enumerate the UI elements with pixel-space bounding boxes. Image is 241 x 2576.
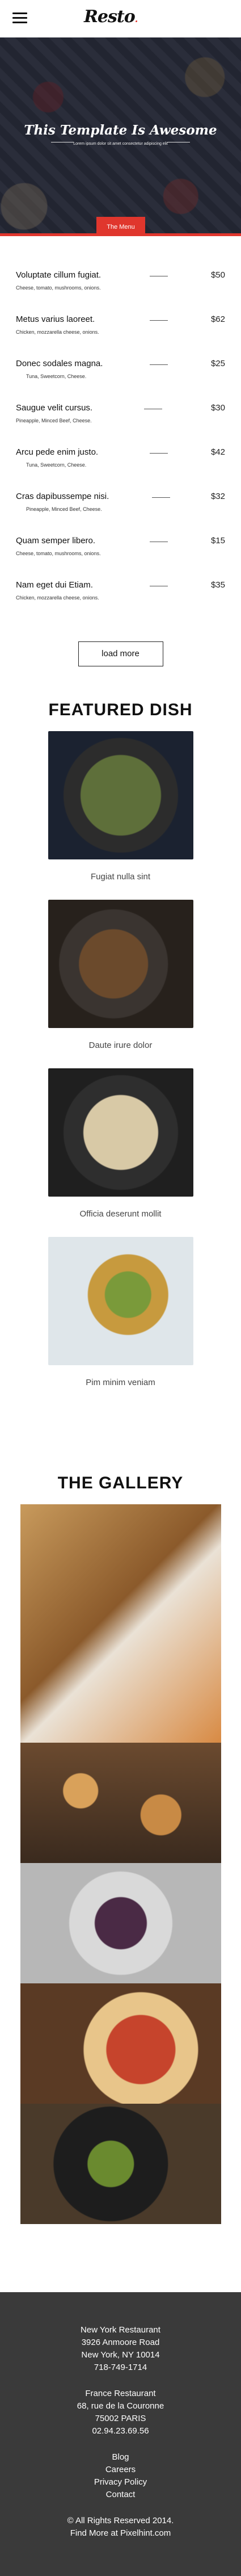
address-street: 3926 Anmoore Road: [81, 2338, 160, 2347]
gallery-section: THE GALLERY: [0, 1474, 241, 2224]
menu-item-price: $62: [210, 314, 225, 324]
menu-item-name: Arcu pede enim justo.: [16, 447, 99, 457]
menu-item-name: Quam semper libero.: [16, 536, 96, 546]
address-street: 68, rue de la Couronne: [77, 2401, 164, 2411]
hero-title: This Template Is Awesome: [24, 123, 217, 138]
hero-subtitle: Lorem ipsum dolor sit amet consectetur a…: [73, 142, 168, 146]
featured-dish[interactable]: Pim minim veniam: [48, 1237, 193, 1406]
footer: New York Restaurant 3926 Anmoore Road Ne…: [0, 2292, 241, 2576]
logo-dot: .: [134, 14, 138, 24]
menu-item: Quam semper libero. Cheese, tomato, mush…: [16, 536, 225, 580]
featured-dish[interactable]: Fugiat nulla sint: [48, 731, 193, 900]
menu-item-desc: Tuna, Sweetcorn, Cheese.: [26, 462, 87, 468]
credit-link[interactable]: Find More at Pixelhint.com: [0, 2527, 241, 2540]
dish-caption: Pim minim veniam: [86, 1378, 155, 1387]
footer-link-blog[interactable]: Blog: [0, 2451, 241, 2464]
featured-dish[interactable]: Officia deserunt mollit: [48, 1068, 193, 1237]
dish-caption: Officia deserunt mollit: [79, 1209, 162, 1219]
featured-title: FEATURED DISH: [48, 700, 193, 719]
address-city: 75002 PARIS: [95, 2414, 146, 2423]
menu-item: Arcu pede enim justo. Tuna, Sweetcorn, C…: [16, 447, 225, 492]
menu-item-price: $25: [210, 359, 225, 368]
menu-item-divider: [150, 364, 168, 365]
footer-link-privacy[interactable]: Privacy Policy: [0, 2476, 241, 2489]
hero-banner: This Template Is Awesome Lorem ipsum dol…: [0, 37, 241, 236]
footer-address-fr: France Restaurant 68, rue de la Couronne…: [0, 2388, 241, 2437]
menu-item: Donec sodales magna. Tuna, Sweetcorn, Ch…: [16, 359, 225, 403]
load-more-button[interactable]: load more: [78, 641, 163, 666]
address-city: New York, NY 10014: [81, 2350, 160, 2360]
footer-link-contact[interactable]: Contact: [0, 2489, 241, 2501]
menu-item: Nam eget dui Etiam. Chicken, mozzarella …: [16, 580, 225, 624]
menu-item-name: Nam eget dui Etiam.: [16, 580, 93, 590]
footer-link-careers[interactable]: Careers: [0, 2464, 241, 2476]
copyright-text: © All Rights Reserved 2014.: [67, 2516, 174, 2525]
menu-item-desc: Pineapple, Minced Beef, Cheese.: [26, 506, 102, 512]
menu-item-divider: [150, 453, 168, 454]
menu-item: Metus varius laoreet. Chicken, mozzarell…: [16, 314, 225, 359]
menu-item-price: $15: [210, 536, 225, 546]
menu-item-price: $30: [210, 403, 225, 413]
featured-dish[interactable]: Daute irure dolor: [48, 900, 193, 1068]
menu-item-desc: Pineapple, Minced Beef, Cheese.: [16, 418, 92, 423]
menu-item-name: Metus varius laoreet.: [16, 314, 95, 324]
gallery-image[interactable]: [20, 2104, 221, 2224]
menu-item: Saugue velit cursus. Pineapple, Minced B…: [16, 403, 225, 447]
menu-item-price: $50: [210, 270, 225, 280]
site-logo[interactable]: Resto.: [84, 7, 138, 27]
menu-item-name: Donec sodales magna.: [16, 359, 103, 368]
dish-image[interactable]: [48, 731, 193, 859]
dish-image[interactable]: [48, 1068, 193, 1197]
gallery-image[interactable]: [20, 1504, 221, 1743]
menu-item: Cras dapibussempe nisi. Pineapple, Mince…: [16, 492, 225, 536]
gallery-image[interactable]: [20, 1863, 221, 1983]
top-bar: Resto.: [0, 0, 241, 37]
menu-list: Voluptate cillum fugiat. Cheese, tomato,…: [0, 236, 241, 636]
address-name: New York Restaurant: [81, 2325, 160, 2335]
footer-links: Blog Careers Privacy Policy Contact: [0, 2451, 241, 2501]
dish-image[interactable]: [48, 1237, 193, 1365]
dish-caption: Daute irure dolor: [88, 1041, 153, 1050]
address-phone: 718-749-1714: [94, 2363, 147, 2372]
menu-item-divider: [150, 320, 168, 321]
dish-caption: Fugiat nulla sint: [90, 872, 151, 882]
gallery-image[interactable]: [20, 1983, 221, 2104]
logo-text: Resto: [84, 7, 136, 27]
load-more-wrap: load more: [0, 636, 241, 700]
menu-item-divider: [152, 497, 170, 498]
menu-item-desc: Tuna, Sweetcorn, Cheese.: [26, 374, 87, 379]
menu-item-desc: Cheese, tomato, mushrooms, onions.: [16, 551, 101, 556]
gallery-image[interactable]: [20, 1743, 221, 1863]
menu-tab[interactable]: The Menu: [96, 217, 145, 236]
menu-item-name: Cras dapibussempe nisi.: [16, 492, 109, 501]
featured-section: FEATURED DISH Fugiat nulla sint Daute ir…: [0, 700, 241, 1406]
gallery-grid: [20, 1504, 221, 2224]
menu-item: Voluptate cillum fugiat. Cheese, tomato,…: [16, 270, 225, 314]
menu-item-price: $32: [210, 492, 225, 501]
menu-item-desc: Cheese, tomato, mushrooms, onions.: [16, 285, 101, 291]
dish-image[interactable]: [48, 900, 193, 1028]
menu-item-price: $35: [210, 580, 225, 590]
address-phone: 02.94.23.69.56: [92, 2426, 149, 2436]
menu-item-desc: Chicken, mozzarella cheese, onions.: [16, 595, 99, 601]
footer-copyright: © All Rights Reserved 2014. Find More at…: [0, 2515, 241, 2540]
menu-item-desc: Chicken, mozzarella cheese, onions.: [16, 329, 99, 335]
menu-item-price: $42: [210, 447, 225, 457]
menu-item-name: Saugue velit cursus.: [16, 403, 93, 413]
gallery-title: THE GALLERY: [57, 1474, 184, 1492]
menu-item-name: Voluptate cillum fugiat.: [16, 270, 102, 280]
footer-address-ny: New York Restaurant 3926 Anmoore Road Ne…: [0, 2324, 241, 2374]
address-name: France Restaurant: [85, 2389, 156, 2398]
hamburger-menu-icon[interactable]: [12, 12, 27, 24]
